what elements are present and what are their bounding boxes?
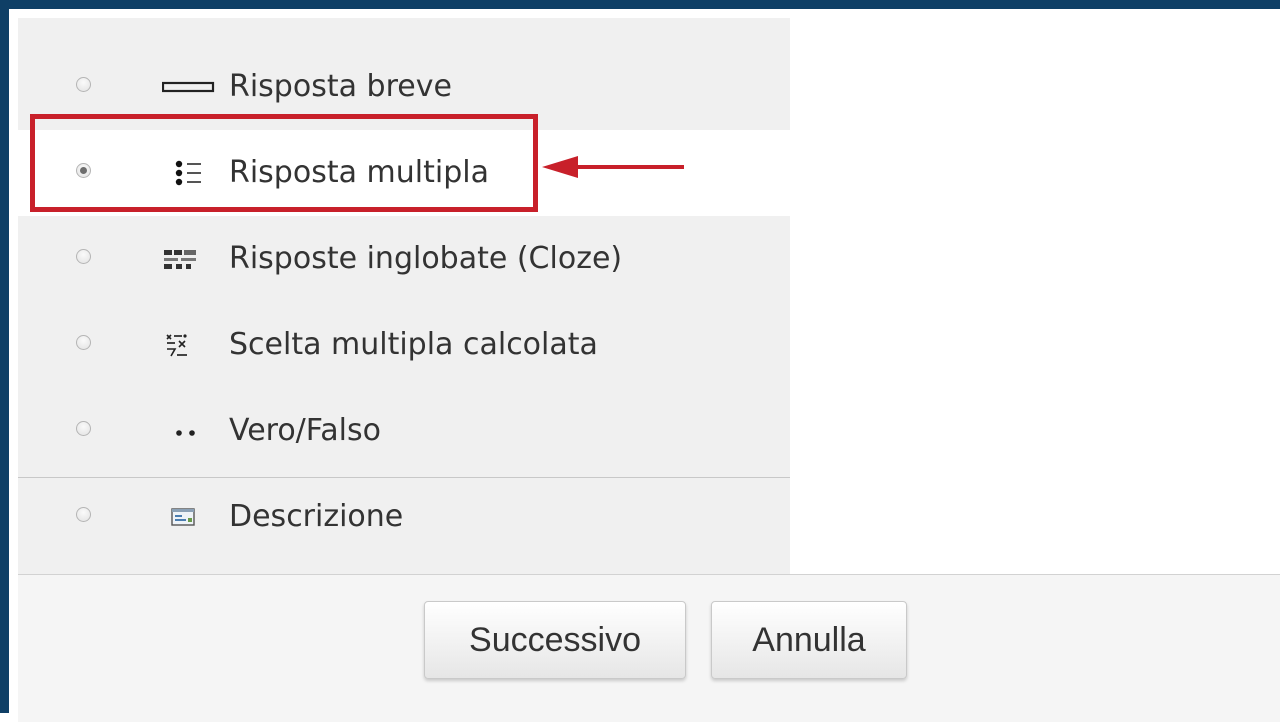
dialog-frame: Risposta breve Risposta multipla Rispost… <box>0 0 1280 722</box>
radio-button[interactable] <box>76 421 91 436</box>
annotation-arrow-icon <box>542 156 684 178</box>
cloze-icon <box>164 250 196 269</box>
calculated-multichoice-icon <box>166 334 187 357</box>
short-answer-icon <box>162 81 215 93</box>
annotation-highlight-box <box>30 114 538 212</box>
dialog-footer: Successivo Annulla <box>18 574 1280 722</box>
true-false-icon <box>176 430 195 436</box>
description-icon <box>171 508 195 526</box>
radio-button[interactable] <box>76 249 91 264</box>
option-label: Risposte inglobate (Cloze) <box>229 241 623 276</box>
option-label: Risposta breve <box>229 69 452 104</box>
option-cloze[interactable]: Risposte inglobate (Cloze) <box>18 216 790 302</box>
option-true-false[interactable]: Vero/Falso <box>18 388 790 474</box>
radio-button[interactable] <box>76 507 91 522</box>
option-label: Vero/Falso <box>229 413 381 448</box>
next-button[interactable]: Successivo <box>424 601 686 679</box>
radio-button[interactable] <box>76 77 91 92</box>
radio-button[interactable] <box>76 335 91 350</box>
option-description[interactable]: Descrizione <box>18 474 790 560</box>
question-type-list: Risposta breve Risposta multipla Rispost… <box>18 18 790 574</box>
option-calculated-multichoice[interactable]: Scelta multipla calcolata <box>18 302 790 388</box>
option-label: Descrizione <box>229 499 404 534</box>
cancel-button[interactable]: Annulla <box>711 601 907 679</box>
option-label: Scelta multipla calcolata <box>229 327 598 362</box>
